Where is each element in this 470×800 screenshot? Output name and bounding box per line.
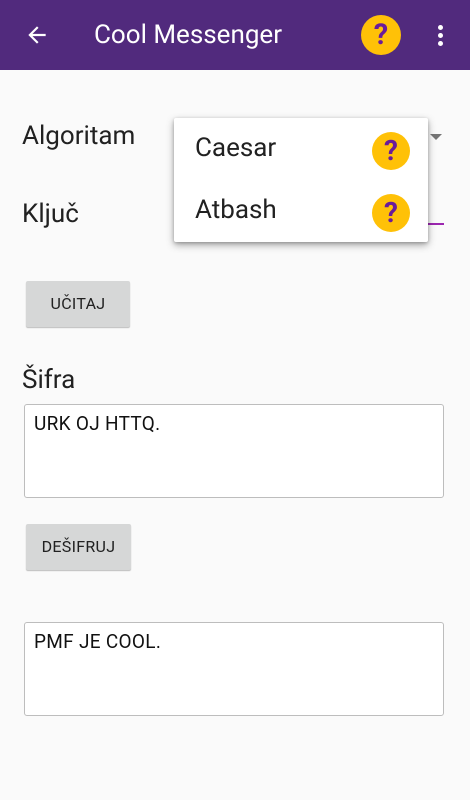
help-button[interactable]: ? xyxy=(372,132,410,170)
dropdown-item-label: Atbash xyxy=(195,195,277,225)
question-mark-icon: ? xyxy=(384,134,398,167)
more-vert-icon[interactable] xyxy=(430,20,450,50)
key-label: Ključ xyxy=(22,199,79,229)
dropdown-item-label: Caesar xyxy=(195,133,277,163)
load-button[interactable]: UČITAJ xyxy=(26,281,130,327)
back-arrow-icon[interactable] xyxy=(24,22,50,48)
help-button[interactable]: ? xyxy=(361,15,401,55)
decrypt-button[interactable]: DEŠIFRUJ xyxy=(26,524,131,570)
help-button[interactable]: ? xyxy=(372,194,410,232)
dropdown-item-caesar[interactable]: Caesar ? xyxy=(174,118,428,180)
cipher-label: Šifra xyxy=(22,365,76,395)
dropdown-item-atbash[interactable]: Atbash ? xyxy=(174,180,428,242)
app-bar: Cool Messenger ? xyxy=(0,0,470,70)
cipher-text-field[interactable]: URK OJ HTTQ. xyxy=(24,404,444,498)
app-title: Cool Messenger xyxy=(94,20,283,50)
question-mark-icon: ? xyxy=(373,18,389,52)
spinner-dropdown-arrow-icon[interactable] xyxy=(430,134,442,140)
result-text-field[interactable]: PMF JE COOL. xyxy=(24,622,444,716)
question-mark-icon: ? xyxy=(384,196,398,229)
algorithm-label: Algoritam xyxy=(22,121,136,151)
algorithm-dropdown-menu: Caesar ? Atbash ? xyxy=(174,118,428,242)
